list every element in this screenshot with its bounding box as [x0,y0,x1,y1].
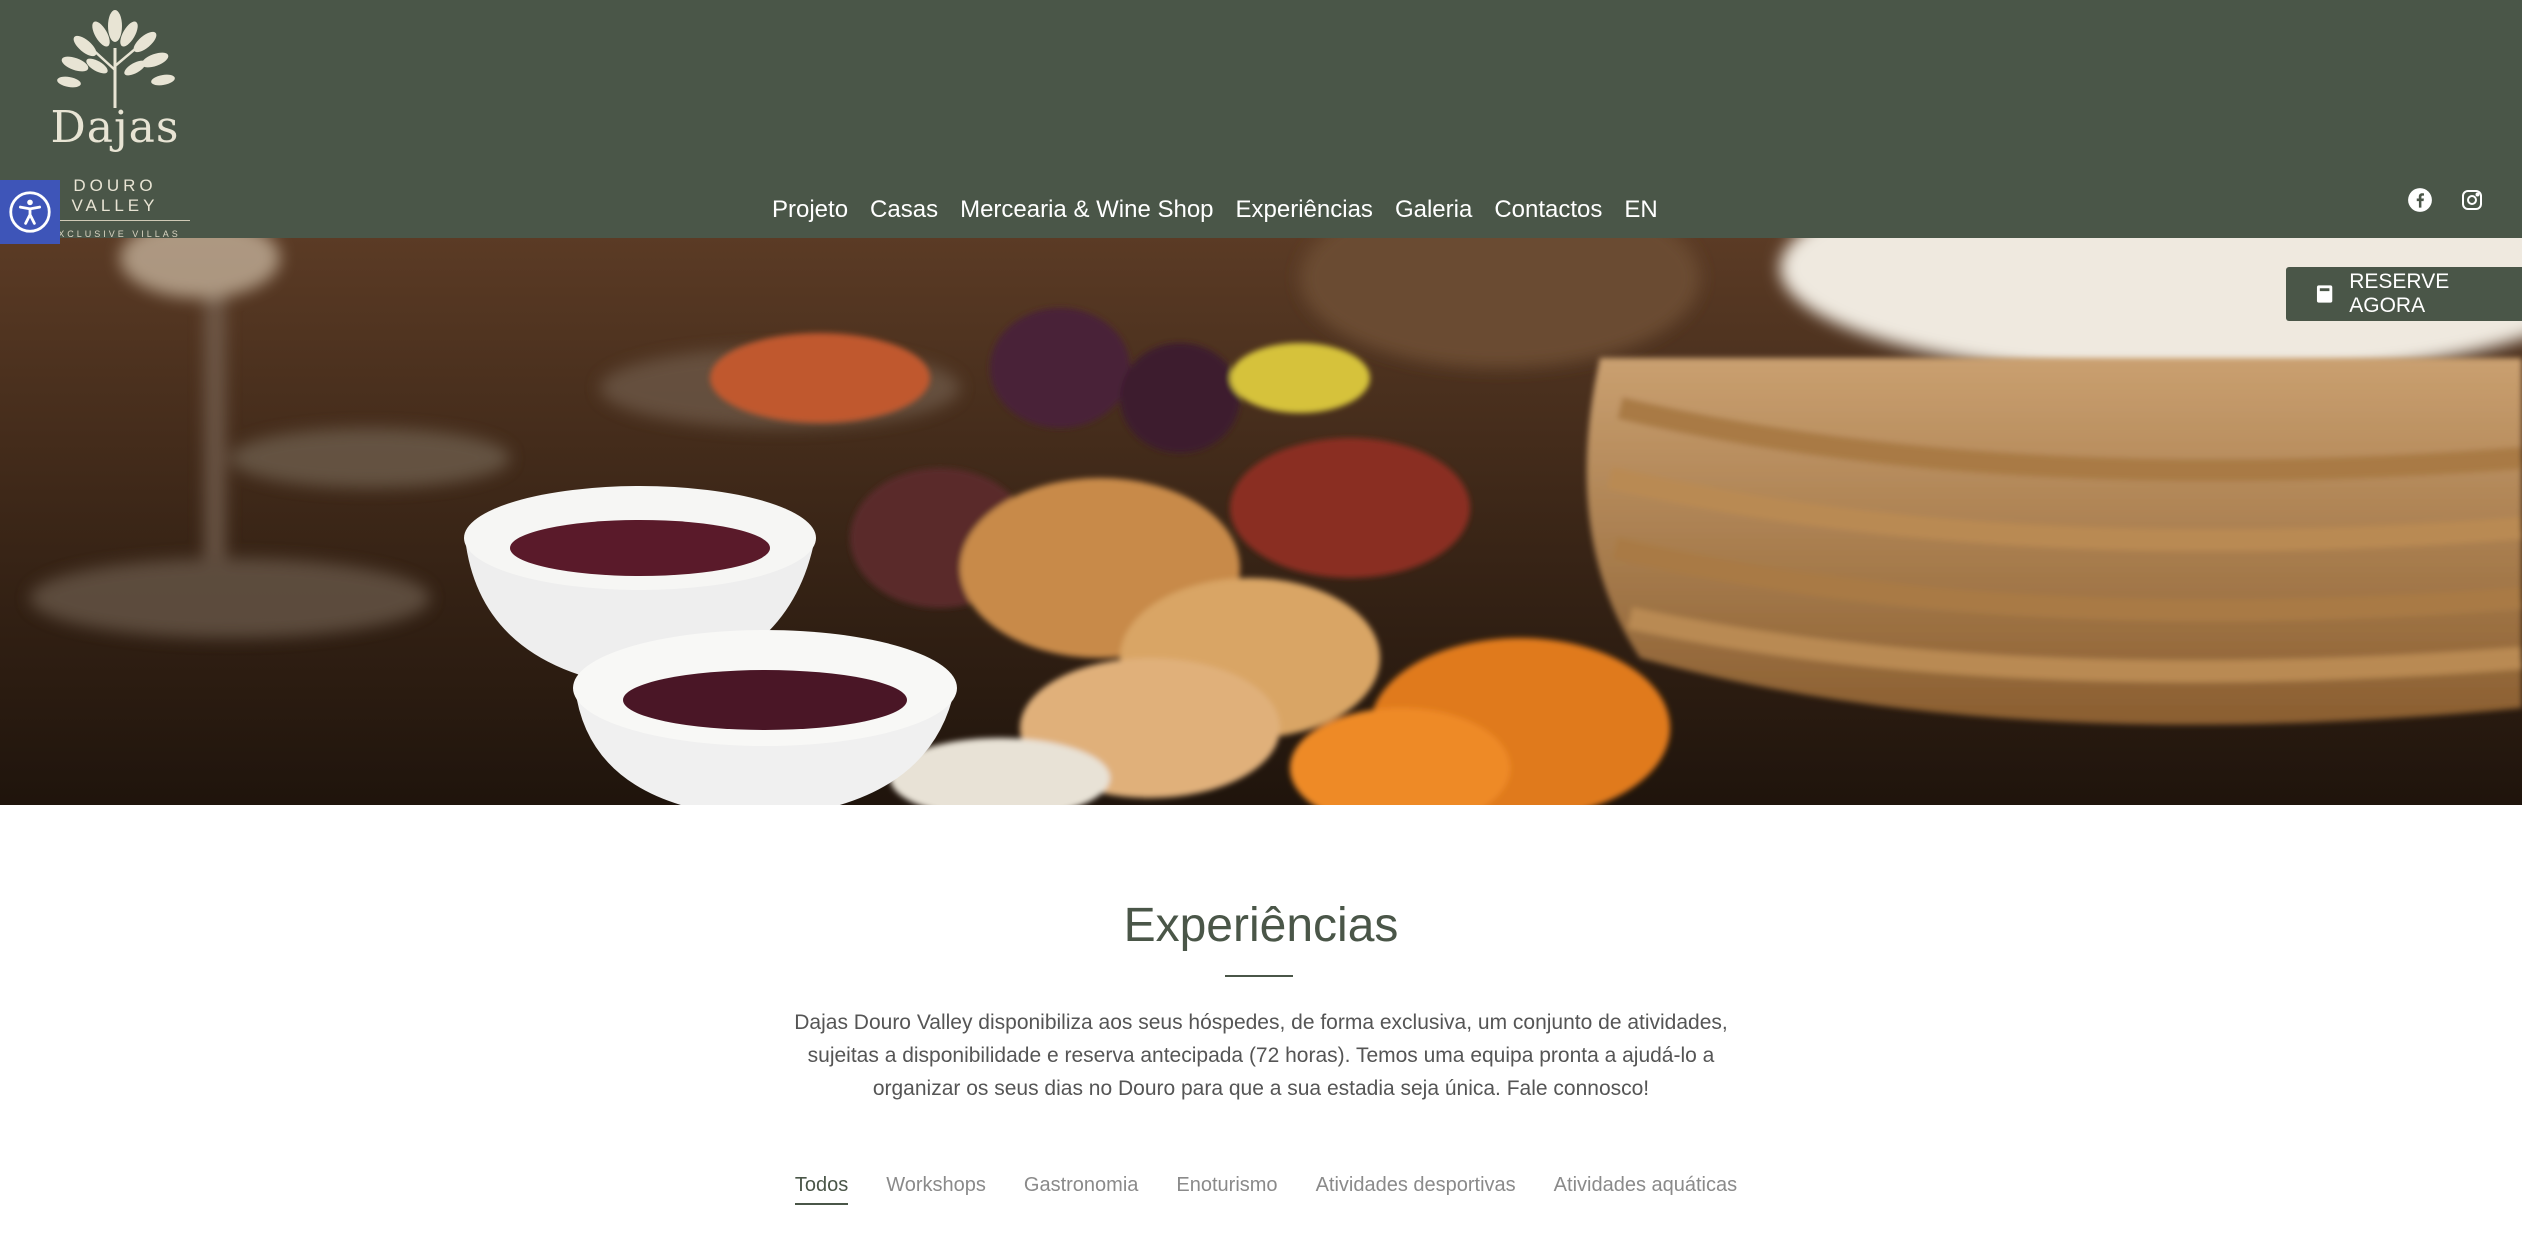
hero-food-photo [0,238,2522,805]
nav-item-casas[interactable]: Casas [870,192,938,228]
nav-item-experiencias[interactable]: Experiências [1236,192,1373,228]
filter-enoturismo[interactable]: Enoturismo [1176,1174,1277,1205]
book-icon [2316,285,2333,303]
title-divider [1225,975,1293,977]
social-links [2406,186,2486,214]
filter-workshops[interactable]: Workshops [886,1174,986,1205]
facebook-icon[interactable] [2406,186,2434,214]
main-nav: Projeto Casas Mercearia & Wine Shop Expe… [772,192,1680,228]
intro-text: Dajas Douro Valley disponibiliza aos seu… [794,1011,1728,1100]
experience-filters: Todos Workshops Gastronomia Enoturismo A… [0,1174,2522,1205]
nav-item-projeto[interactable]: Projeto [772,192,848,228]
brand-name: Dajas [50,102,180,153]
reserve-now-label: RESERVE AGORA [2349,270,2450,317]
filter-gastronomia[interactable]: Gastronomia [1024,1174,1139,1205]
filter-todos[interactable]: Todos [794,1174,849,1205]
accessibility-button[interactable] [0,180,60,244]
page-title: Experiências [1123,899,1399,952]
instagram-icon[interactable] [2458,186,2486,214]
site-header: Dajas DOURO VALLEY EXCLUSIVE VILLAS Proj… [0,0,2522,239]
reserve-now-button[interactable]: RESERVE AGORA [2286,267,2522,321]
filter-atividades-aquaticas[interactable]: Atividades aquáticas [1554,1174,1737,1205]
logo-divider [40,220,190,221]
nav-item-language[interactable]: EN [1624,192,1657,228]
nav-item-mercearia[interactable]: Mercearia & Wine Shop [960,192,1213,228]
nav-item-contactos[interactable]: Contactos [1494,192,1602,228]
hero-image [0,238,2522,805]
accessibility-icon [9,191,51,233]
nav-item-galeria[interactable]: Galeria [1395,192,1472,228]
filter-atividades-desportivas[interactable]: Atividades desportivas [1316,1174,1516,1205]
tree-logo-icon [57,10,175,108]
